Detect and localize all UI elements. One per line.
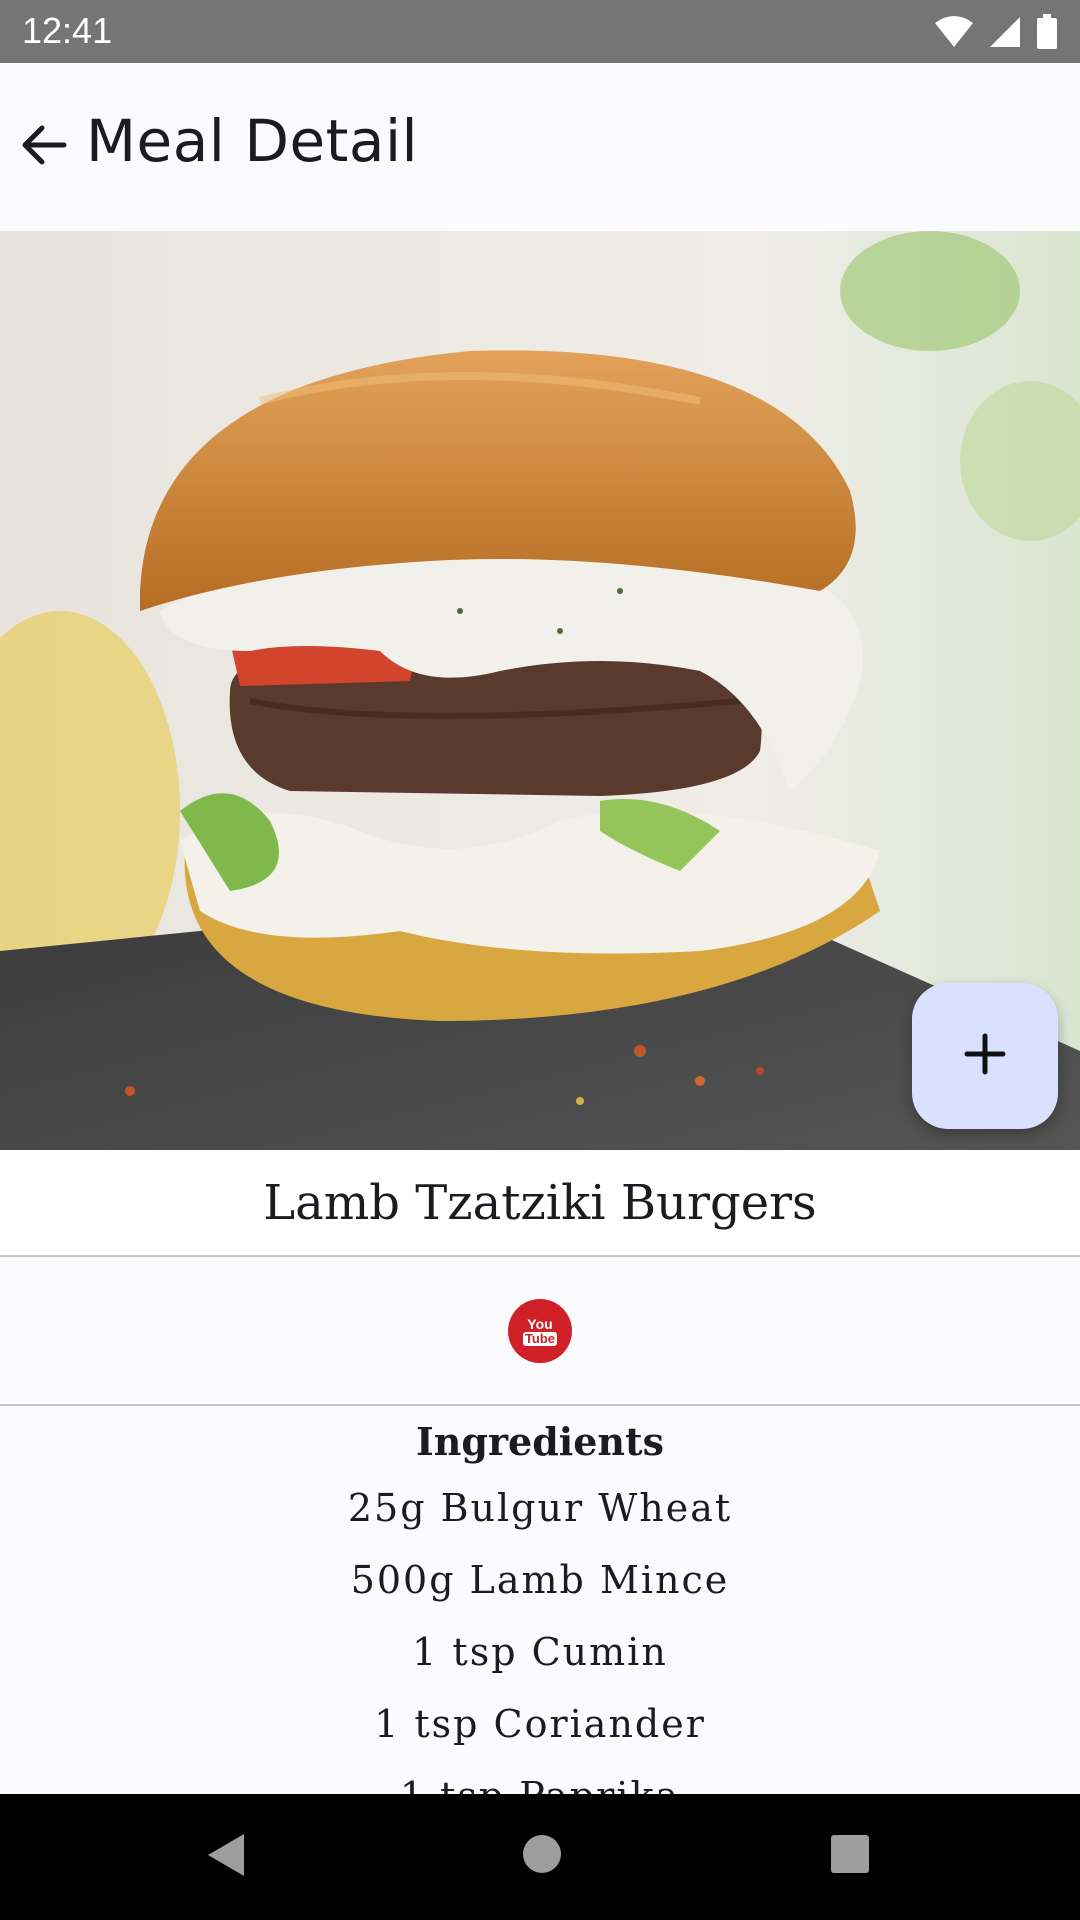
signal-icon [988,15,1022,49]
nav-home-icon[interactable] [520,1832,564,1880]
youtube-row: You Tube [0,1258,1080,1404]
plus-icon [963,1032,1007,1080]
ingredient-list: 25g Bulgur Wheat 500g Lamb Mince 1 tsp C… [0,1472,1080,1794]
ingredients-section: Ingredients 25g Bulgur Wheat 500g Lamb M… [0,1406,1080,1794]
battery-icon [1036,14,1058,50]
nav-back-icon[interactable] [204,1830,248,1884]
page-title: Meal Detail [86,107,419,175]
youtube-icon[interactable]: You Tube [508,1299,572,1363]
status-bar: 12:41 [0,0,1080,63]
arrow-back-icon [14,125,74,179]
back-button[interactable] [14,115,74,175]
ingredients-title: Ingredients [416,1419,664,1464]
app-bar: Meal Detail [0,63,1080,231]
meal-name: Lamb Tzatziki Burgers [0,1150,1080,1255]
ingredient-item: 500g Lamb Mince [350,1558,730,1602]
youtube-you-text: You [527,1315,553,1332]
ingredient-item: 1 tsp Paprika [0,1760,1080,1794]
ingredient-item: 1 tsp Coriander [374,1702,706,1746]
navigation-bar [0,1794,1080,1920]
status-icons [934,14,1058,50]
wifi-icon [934,15,974,49]
status-time: 12:41 [22,10,113,51]
ingredient-item: 25g Bulgur Wheat [347,1486,733,1530]
youtube-tube-text: Tube [522,1330,558,1346]
ingredient-item: 1 tsp Cumin [412,1630,668,1674]
divider [0,1255,1080,1257]
nav-recents-icon[interactable] [830,1834,870,1878]
add-favorite-button[interactable] [912,983,1058,1129]
